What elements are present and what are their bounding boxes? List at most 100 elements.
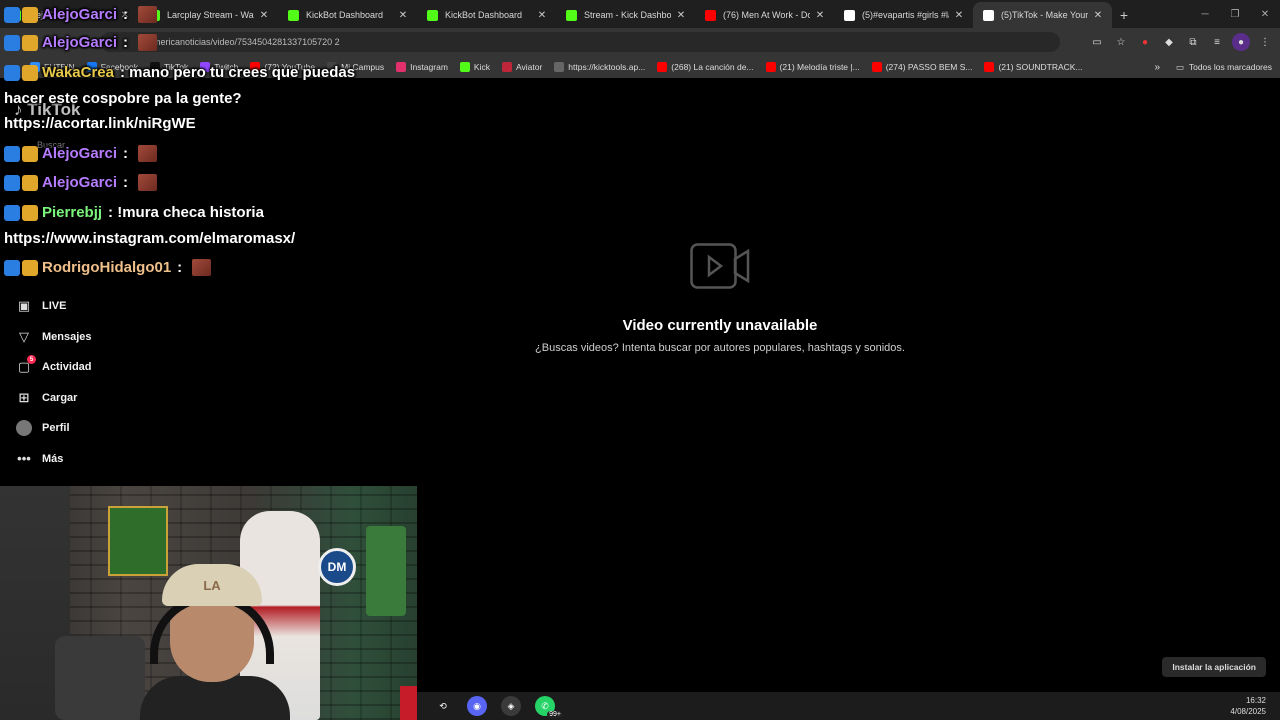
app-icon[interactable]: ◈ bbox=[501, 696, 521, 716]
chat-emote-icon bbox=[138, 174, 158, 191]
club-logo: DM bbox=[318, 548, 356, 586]
bookmark-item[interactable]: Aviator bbox=[501, 62, 543, 72]
badge-icon bbox=[22, 259, 38, 276]
chat-username: AlejoGarci bbox=[42, 34, 118, 51]
back-arrow-icon[interactable]: ⟲ bbox=[433, 696, 453, 716]
chat-emote-icon bbox=[138, 6, 158, 23]
sidebar-item-perfil[interactable]: Perfil bbox=[16, 413, 216, 444]
gaming-chair bbox=[55, 636, 145, 720]
sidebar-item-mas[interactable]: ••• Más bbox=[16, 444, 216, 475]
menu-kebab-icon[interactable]: ⋮ bbox=[1256, 33, 1274, 51]
bookmark-item[interactable]: Kick bbox=[459, 62, 490, 72]
extension-red-icon[interactable]: ● bbox=[1136, 33, 1154, 51]
new-tab-button[interactable]: + bbox=[1112, 2, 1136, 28]
messages-icon: ▽ bbox=[19, 328, 29, 344]
chat-emote-icon bbox=[192, 259, 212, 276]
bookmark-label: Aviator bbox=[515, 62, 543, 72]
cast-icon[interactable]: ▭ bbox=[1088, 33, 1106, 51]
profile-avatar bbox=[16, 420, 32, 437]
browser-tab[interactable]: Stream - Kick Dashboard ✕ bbox=[556, 2, 695, 28]
chat-message: https://www.instagram.com/elmaromasx/ bbox=[4, 230, 295, 247]
streamer-cap: LA bbox=[162, 564, 262, 606]
tab-close-icon[interactable]: ✕ bbox=[814, 10, 826, 21]
badge-icon bbox=[4, 64, 20, 81]
badge-icon bbox=[22, 64, 38, 81]
minimize-icon[interactable]: ─ bbox=[1190, 0, 1220, 28]
folder-icon: ▭ bbox=[1175, 61, 1184, 72]
sidebar-item-actividad[interactable]: ▢ 5 Actividad bbox=[16, 352, 216, 383]
video-unavailable-panel: Video currently unavailable ¿Buscas vide… bbox=[420, 243, 1020, 354]
video-unavailable-title: Video currently unavailable bbox=[622, 317, 818, 334]
profile-avatar-icon[interactable]: ● bbox=[1232, 33, 1250, 51]
all-bookmarks-folder[interactable]: ▭ Todos los marcadores bbox=[1176, 56, 1272, 78]
chat-username: AlejoGarci bbox=[42, 174, 118, 191]
red-object bbox=[400, 686, 417, 720]
chat-badges bbox=[4, 145, 38, 162]
streamer-body bbox=[140, 676, 290, 720]
chat-emote-icon bbox=[138, 34, 158, 51]
taskbar: ⟲ ◉ ◈ ✆ 99+ 16:32 4/08/2025 bbox=[417, 692, 1280, 720]
bookmark-label: (268) La canción de... bbox=[671, 62, 754, 72]
chat-message: https://acortar.link/niRgWE bbox=[4, 115, 196, 132]
sidebar-item-label: Más bbox=[42, 452, 64, 465]
bookmark-star-icon[interactable]: ☆ bbox=[1112, 33, 1130, 51]
bookmark-favicon-icon bbox=[765, 62, 776, 72]
browser-tab[interactable]: (76) Men At Work - Down ✕ bbox=[695, 2, 834, 28]
sidebar-item-mensajes[interactable]: ▽ Mensajes bbox=[16, 322, 216, 353]
bookmark-favicon-icon bbox=[871, 62, 882, 72]
tab-close-icon[interactable]: ✕ bbox=[953, 10, 965, 21]
sidebar-item-cargar[interactable]: ⊞ Cargar bbox=[16, 383, 216, 414]
sidebar-item-label: LIVE bbox=[42, 300, 67, 313]
stream-chat-overlay: AlejoGarci: AlejoGarci: WakaCrea: mano p… bbox=[0, 0, 440, 285]
tab-close-icon[interactable]: ✕ bbox=[1092, 10, 1104, 21]
bookmark-item[interactable]: (21) Melodía triste |... bbox=[765, 62, 860, 72]
bookmark-label: Kick bbox=[473, 62, 490, 72]
bookmark-item[interactable]: (274) PASSO BEM S... bbox=[871, 62, 972, 72]
video-camera-icon bbox=[690, 243, 750, 289]
close-window-icon[interactable]: ✕ bbox=[1250, 0, 1280, 28]
chat-username: WakaCrea bbox=[42, 64, 114, 81]
chat-badges bbox=[4, 34, 38, 51]
chat-badges bbox=[4, 64, 38, 81]
chat-text: https://www.instagram.com/elmaromasx/ bbox=[4, 230, 296, 247]
bookmark-favicon-icon bbox=[459, 62, 470, 72]
chat-colon: : bbox=[123, 145, 133, 162]
badge-icon bbox=[22, 204, 38, 221]
bookmark-item[interactable]: (268) La canción de... bbox=[657, 62, 754, 72]
chat-colon: : bbox=[119, 64, 130, 81]
chat-text: https://acortar.link/niRgWE bbox=[4, 115, 196, 132]
extensions-puzzle-icon[interactable]: ⧉ bbox=[1184, 33, 1202, 51]
toolbar-icons: ▭ ☆ ● ◆ ⧉ ≡ ● ⋮ bbox=[1088, 28, 1274, 56]
bookmark-label: (21) SOUNDTRACK... bbox=[998, 62, 1083, 72]
chat-message: AlejoGarci: bbox=[4, 6, 158, 23]
badge-icon bbox=[4, 34, 20, 51]
notification-count: 99+ bbox=[547, 711, 563, 718]
badge-icon bbox=[22, 145, 38, 162]
sidebar-item-label: Mensajes bbox=[42, 330, 92, 343]
discord-icon[interactable]: ◉ bbox=[467, 696, 487, 716]
clock-date: 4/08/2025 bbox=[1230, 707, 1266, 716]
tab-close-icon[interactable]: ✕ bbox=[536, 10, 548, 21]
extension-diamond-icon[interactable]: ◆ bbox=[1160, 33, 1178, 51]
bookmark-favicon-icon bbox=[984, 62, 995, 72]
bookmarks-overflow-icon[interactable]: » bbox=[1154, 56, 1160, 78]
browser-tab[interactable]: (5)#evapartis #girls #lanc ✕ bbox=[834, 2, 973, 28]
tab-close-icon[interactable]: ✕ bbox=[675, 10, 687, 21]
sidebar-item-live[interactable]: ▣ LIVE bbox=[16, 291, 216, 322]
maximize-icon[interactable]: ❐ bbox=[1220, 0, 1250, 28]
chat-colon: : bbox=[177, 259, 187, 276]
chat-username: RodrigoHidalgo01 bbox=[42, 259, 172, 276]
system-clock[interactable]: 16:32 4/08/2025 bbox=[1230, 695, 1266, 717]
whatsapp-icon[interactable]: ✆ 99+ bbox=[535, 696, 563, 718]
chat-message: hacer este cospobre pa la gente? bbox=[4, 90, 242, 107]
browser-tab[interactable]: (5)TikTok - Make Your Da ✕ bbox=[973, 2, 1112, 28]
taskbar-icons: ⟲ ◉ ◈ ✆ 99+ bbox=[433, 696, 563, 718]
bookmark-item[interactable]: (21) SOUNDTRACK... bbox=[984, 62, 1083, 72]
bookmark-item[interactable]: https://kicktools.ap... bbox=[554, 62, 645, 72]
badge-icon bbox=[4, 174, 20, 191]
chat-username: Pierrebjj bbox=[42, 204, 103, 221]
tab-title: Stream - Kick Dashboard bbox=[584, 10, 671, 20]
tab-title: (76) Men At Work - Down bbox=[723, 10, 810, 20]
media-controls-icon[interactable]: ≡ bbox=[1208, 33, 1226, 51]
install-app-button[interactable]: Instalar la aplicación bbox=[1162, 657, 1266, 677]
